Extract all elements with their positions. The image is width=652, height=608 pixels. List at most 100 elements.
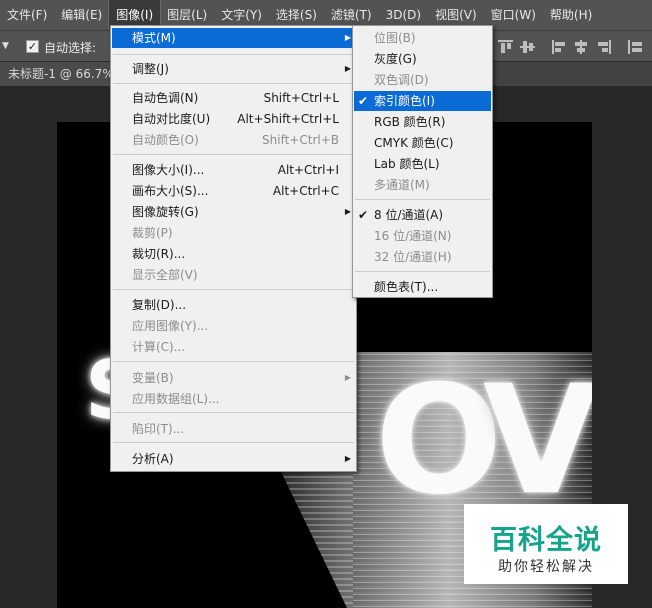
menu-item-apply-data-set: 应用数据组(L)...: [112, 389, 355, 409]
image-menu-dropdown: 模式(M) ▶ 调整(J) ▶ 自动色调(N) Shift+Ctrl+L 自动对比度(…: [110, 25, 357, 472]
submenu-arrow-icon: ▶: [344, 207, 351, 216]
mode-item-grayscale[interactable]: 灰度(G): [354, 49, 491, 69]
menu-item-label: 调整(J): [132, 62, 169, 76]
menu-item-label: 裁剪(P): [132, 226, 173, 240]
menu-item-shortcut: Shift+Ctrl+B: [262, 133, 339, 147]
menu-item-label: 颜色表(T)...: [374, 280, 439, 294]
menu-item-label: 变量(B): [132, 371, 174, 385]
menu-item-label: 灰度(G): [374, 52, 417, 66]
menu-item-calculations: 计算(C)...: [112, 337, 355, 357]
auto-select-checkbox[interactable]: ✓: [26, 40, 39, 53]
menu-item-label: 多通道(M): [374, 178, 430, 192]
distribute-icon[interactable]: [628, 40, 643, 54]
mode-item-duotone: 双色调(D): [354, 70, 491, 90]
menu-item-label: CMYK 颜色(C): [374, 136, 454, 150]
mode-item-8bit[interactable]: ✔ 8 位/通道(A): [354, 205, 491, 225]
menu-item-shortcut: Alt+Shift+Ctrl+L: [237, 112, 339, 126]
menu-separator: [355, 271, 490, 272]
menu-item-trim[interactable]: 裁切(R)...: [112, 244, 355, 264]
mode-item-multichannel: 多通道(M): [354, 175, 491, 195]
submenu-arrow-icon: ▶: [344, 373, 351, 382]
menu-item-shortcut: Alt+Ctrl+C: [272, 184, 339, 198]
menu-separator: [113, 154, 354, 155]
auto-select-label: 自动选择:: [44, 41, 97, 55]
watermark: 百科全说 助你轻松解决: [464, 504, 628, 584]
checkmark-icon: ✔: [358, 94, 369, 108]
menu-item-label: 模式(M): [132, 31, 176, 45]
menu-edit[interactable]: 编辑(E): [54, 0, 109, 30]
menu-separator: [113, 442, 354, 443]
menu-item-reveal-all: 显示全部(V): [112, 265, 355, 285]
menu-item-label: 图像旋转(G): [132, 205, 199, 219]
mode-item-16bit: 16 位/通道(N): [354, 226, 491, 246]
menu-item-image-size[interactable]: 图像大小(I)... Alt+Ctrl+I: [112, 160, 355, 180]
menu-item-mode[interactable]: 模式(M) ▶: [112, 28, 355, 48]
menu-item-label: 8 位/通道(A): [374, 208, 444, 222]
mode-item-32bit: 32 位/通道(H): [354, 247, 491, 267]
mode-submenu: 位图(B) 灰度(G) 双色调(D) ✔ 索引颜色(I) RGB 颜色(R) CM…: [352, 25, 493, 298]
menu-item-shortcut: Shift+Ctrl+L: [263, 91, 339, 105]
watermark-title: 百科全说: [490, 525, 602, 556]
menu-item-label: 复制(D)...: [132, 298, 187, 312]
document-tab[interactable]: 未标题-1 @ 66.7%: [0, 62, 110, 86]
align-hcenter-icon[interactable]: [574, 40, 589, 54]
menu-item-image-rotation[interactable]: 图像旋转(G) ▶: [112, 202, 355, 222]
menu-item-label: 分析(A): [132, 452, 174, 466]
menu-item-label: Lab 颜色(L): [374, 157, 440, 171]
menu-item-label: 应用图像(Y)...: [132, 319, 209, 333]
menu-item-label: 索引颜色(I): [374, 94, 435, 108]
menu-item-label: 自动色调(N): [132, 91, 199, 105]
menu-item-canvas-size[interactable]: 画布大小(S)... Alt+Ctrl+C: [112, 181, 355, 201]
menu-separator: [113, 54, 354, 55]
menu-separator: [113, 361, 354, 362]
menu-item-label: 应用数据组(L)...: [132, 392, 220, 406]
menu-separator: [355, 199, 490, 200]
menu-item-label: 裁切(R)...: [132, 247, 186, 261]
menu-item-label: 计算(C)...: [132, 340, 186, 354]
mode-item-cmyk[interactable]: CMYK 颜色(C): [354, 133, 491, 153]
menu-item-variables: 变量(B) ▶: [112, 368, 355, 388]
menu-item-label: 双色调(D): [374, 73, 429, 87]
menu-item-trap: 陷印(T)...: [112, 419, 355, 439]
mode-item-rgb[interactable]: RGB 颜色(R): [354, 112, 491, 132]
checkmark-icon: ✔: [358, 208, 369, 222]
menu-item-auto-tone[interactable]: 自动色调(N) Shift+Ctrl+L: [112, 88, 355, 108]
menu-item-crop: 裁剪(P): [112, 223, 355, 243]
tool-preset-dropdown-icon[interactable]: ▼: [2, 39, 14, 53]
align-vcenter-icon[interactable]: [520, 40, 535, 54]
menu-item-apply-image: 应用图像(Y)...: [112, 316, 355, 336]
artwork-letter-v: V: [483, 354, 592, 528]
menu-file[interactable]: 文件(F): [0, 0, 54, 30]
submenu-arrow-icon: ▶: [344, 64, 351, 73]
menu-item-adjustments[interactable]: 调整(J) ▶: [112, 59, 355, 79]
submenu-arrow-icon: ▶: [344, 33, 351, 42]
menu-item-shortcut: Alt+Ctrl+I: [277, 163, 339, 177]
menu-item-label: RGB 颜色(R): [374, 115, 446, 129]
menu-item-label: 画布大小(S)...: [132, 184, 209, 198]
menu-item-label: 图像大小(I)...: [132, 163, 205, 177]
menu-separator: [113, 412, 354, 413]
menu-item-auto-color: 自动颜色(O) Shift+Ctrl+B: [112, 130, 355, 150]
menu-item-label: 32 位/通道(H): [374, 250, 452, 264]
menu-separator: [113, 83, 354, 84]
menu-item-label: 显示全部(V): [132, 268, 198, 282]
menu-item-label: 自动对比度(U): [132, 112, 211, 126]
menu-item-label: 16 位/通道(N): [374, 229, 452, 243]
menu-item-label: 陷印(T)...: [132, 422, 185, 436]
align-top-icon[interactable]: [498, 40, 513, 54]
menu-separator: [113, 289, 354, 290]
menu-help[interactable]: 帮助(H): [543, 0, 599, 30]
watermark-subtitle: 助你轻松解决: [498, 559, 594, 575]
mode-item-lab[interactable]: Lab 颜色(L): [354, 154, 491, 174]
align-right-icon[interactable]: [596, 40, 611, 54]
mode-item-indexed-color[interactable]: ✔ 索引颜色(I): [354, 91, 491, 111]
mode-item-bitmap: 位图(B): [354, 28, 491, 48]
mode-item-color-table[interactable]: 颜色表(T)...: [354, 277, 491, 297]
menu-item-label: 位图(B): [374, 31, 416, 45]
menu-item-label: 自动颜色(O): [132, 133, 199, 147]
align-left-icon[interactable]: [552, 40, 567, 54]
submenu-arrow-icon: ▶: [344, 454, 351, 463]
menu-item-analysis[interactable]: 分析(A) ▶: [112, 449, 355, 469]
menu-item-duplicate[interactable]: 复制(D)...: [112, 295, 355, 315]
menu-item-auto-contrast[interactable]: 自动对比度(U) Alt+Shift+Ctrl+L: [112, 109, 355, 129]
